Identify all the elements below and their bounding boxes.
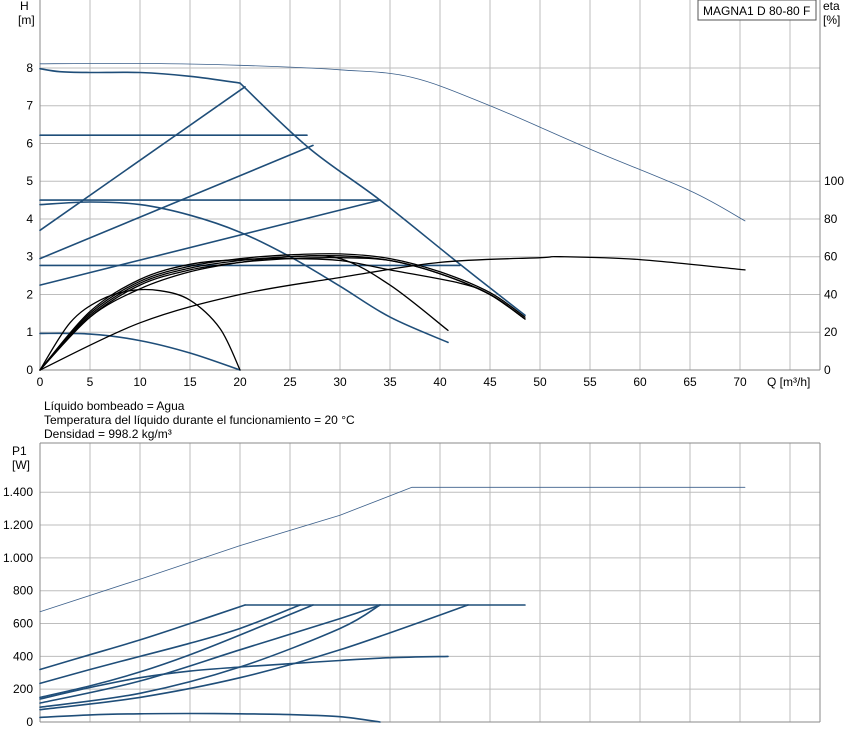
x-tick-label: 15 [183,375,197,389]
eta-tick-label: 80 [824,212,838,226]
flow-axis-label: Q [m³/h] [767,375,810,389]
head-series-efficiency [39,256,526,371]
power-series-max-power [39,486,746,613]
head-tick-label: 2 [26,287,33,301]
fluid-info: Líquido bombeado = Agua Temperatura del … [44,399,355,441]
head-series-single-pump [39,201,449,344]
x-tick-label: 45 [483,375,497,389]
x-tick-label: 40 [433,375,447,389]
fluid-info-line: Líquido bombeado = Agua [44,399,185,413]
power-series-curve [39,604,314,699]
eta-tick-label: 20 [824,325,838,339]
eta-tick-label: 60 [824,250,838,264]
x-tick-label: 0 [37,375,44,389]
power-tick-label: 200 [13,682,33,696]
model-label-box: MAGNA1 D 80-80 F [697,0,817,21]
power-tick-label: 0 [26,715,33,729]
head-series-efficiency [39,257,526,371]
power-tick-label: 1.200 [3,518,33,532]
eta-axis-label-unit: [%] [823,13,840,27]
power-tick-label: 800 [13,584,33,598]
head-axis-label-unit: [m] [18,13,35,27]
model-label: MAGNA1 D 80-80 F [703,4,810,18]
power-series-curve [39,712,381,723]
power-axis-label-symbol: P1 [12,444,27,458]
power-tick-label: 400 [13,649,33,663]
head-tick-label: 7 [26,99,33,113]
head-tick-label: 6 [26,136,33,150]
eta-tick-label: 100 [824,174,844,188]
head-tick-label: 5 [26,174,33,188]
head-tick-label: 1 [26,325,33,339]
x-tick-label: 20 [233,375,247,389]
head-series-efficiency [39,255,449,371]
head-series-efficiency [39,253,526,371]
head-axis-label-symbol: H [20,0,29,13]
x-tick-label: 55 [583,375,597,389]
x-tick-label: 50 [533,375,547,389]
eta-tick-label: 40 [824,287,838,301]
fluid-info-line: Temperatura del líquido durante el funci… [44,413,355,427]
x-tick-label: 35 [383,375,397,389]
head-series-max-power [39,62,746,222]
tick-labels: 0 5 10 15 20 25 30 35 40 45 50 55 60 65 70012345678020… [3,61,844,729]
head-tick-label: 3 [26,250,33,264]
x-tick-label: 25 [283,375,297,389]
fluid-info-line: Densidad = 998.2 kg/m³ [44,427,172,441]
head-tick-label: 0 [26,363,33,377]
head-series-efficiency [39,254,526,371]
power-series-curve [39,655,449,700]
head-series-efficiency [39,255,746,371]
eta-axis-label-symbol: eta [823,0,840,13]
x-tick-label: 30 [333,375,347,389]
plot-frames [39,0,821,723]
power-tick-label: 1.400 [3,485,33,499]
power-tick-label: 1.000 [3,551,33,565]
head-tick-label: 4 [26,212,33,226]
pump-performance-chart: 0 5 10 15 20 25 30 35 40 45 50 55 60 65 70012345678020… [3,0,844,729]
x-tick-label: 60 [633,375,647,389]
x-tick-label: 5 [87,375,94,389]
power-axis-label-unit: [W] [12,458,30,472]
x-tick-label: 10 [133,375,147,389]
power-tick-label: 600 [13,617,33,631]
x-tick-label: 65 [683,375,697,389]
head-series-prop-curve [39,86,246,232]
x-tick-label: 70 [733,375,747,389]
eta-tick-label: 0 [824,363,831,377]
head-tick-label: 8 [26,61,33,75]
head-series-prop-curve [39,199,381,286]
grid-lines [39,0,820,723]
